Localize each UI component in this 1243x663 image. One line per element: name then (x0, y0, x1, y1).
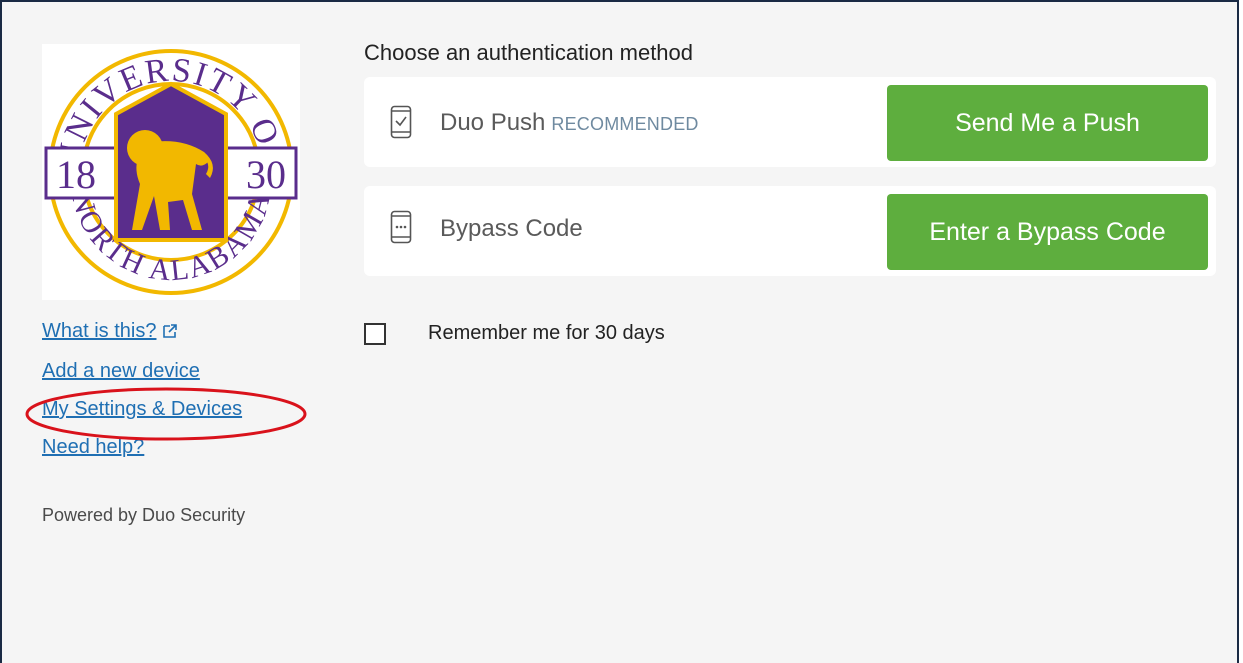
method-row-bypass-code: Bypass Code Enter a Bypass Code (364, 186, 1216, 276)
recommended-badge: RECOMMENDED (551, 114, 699, 134)
page-title: Choose an authentication method (364, 40, 694, 65)
powered-by-text: Powered by Duo Security (42, 505, 246, 525)
send-push-button[interactable]: Send Me a Push (887, 85, 1208, 161)
method-label-duo-push: Duo Push RECOMMENDED (440, 109, 699, 137)
enter-bypass-code-button[interactable]: Enter a Bypass Code (887, 194, 1208, 270)
add-new-device-link[interactable]: Add a new device (42, 360, 242, 382)
external-link-icon (162, 322, 178, 344)
logo-year-left: 18 (56, 152, 96, 197)
phone-check-icon (390, 105, 412, 144)
method-row-duo-push: Duo Push RECOMMENDED Send Me a Push (364, 77, 1216, 167)
sidebar-links: What is this? Add a new device My Settin… (42, 320, 242, 474)
logo-year-right: 30 (246, 152, 286, 197)
what-is-this-link[interactable]: What is this? (42, 320, 242, 344)
university-seal-icon: UNIVERSITY OF NORTH ALABAMA 18 30 (44, 48, 298, 296)
phone-dots-icon (390, 210, 412, 249)
university-logo: UNIVERSITY OF NORTH ALABAMA 18 30 (42, 44, 300, 300)
my-settings-devices-link[interactable]: My Settings & Devices (42, 398, 242, 420)
duo-frame: UNIVERSITY OF NORTH ALABAMA 18 30 What i… (0, 0, 1239, 663)
duo-push-label: Duo Push (440, 109, 546, 136)
remember-me-label: Remember me for 30 days (428, 322, 665, 344)
remember-me-checkbox[interactable] (364, 322, 386, 345)
need-help-link[interactable]: Need help? (42, 436, 242, 458)
bypass-code-label: Bypass Code (440, 215, 583, 242)
remember-me-row: Remember me for 30 days (364, 322, 665, 345)
what-is-this-label: What is this? (42, 320, 157, 342)
